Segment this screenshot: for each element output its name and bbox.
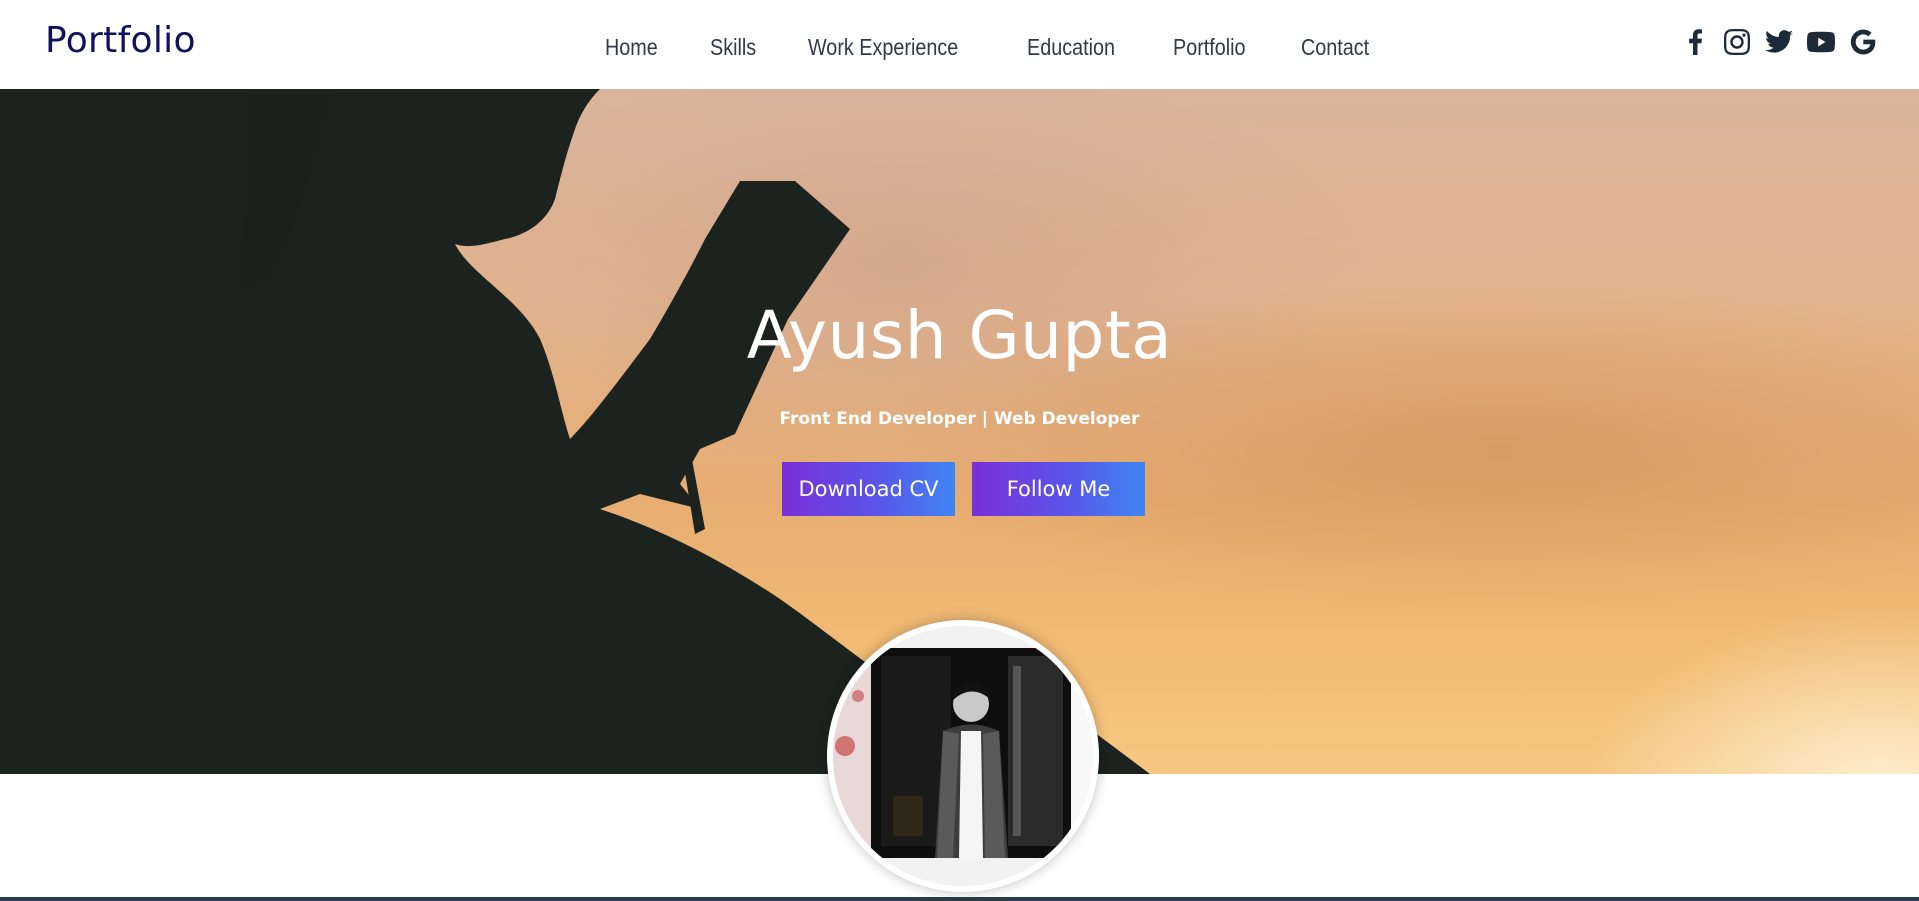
nav-work-experience[interactable]: Work Experience (808, 34, 958, 61)
nav-portfolio[interactable]: Portfolio (1173, 34, 1246, 61)
nav-home[interactable]: Home (605, 34, 658, 61)
twitter-icon[interactable] (1765, 28, 1793, 56)
nav-contact[interactable]: Contact (1301, 34, 1369, 61)
profile-photo (833, 626, 1093, 886)
download-cv-button[interactable]: Download CV (782, 462, 955, 516)
hero-subtitle: Front End Developer | Web Developer (779, 409, 1140, 429)
site-header: Portfolio Home Skills Work Experience Ed… (0, 0, 1919, 89)
follow-me-button[interactable]: Follow Me (972, 462, 1145, 516)
social-links (1681, 28, 1877, 56)
facebook-icon[interactable] (1681, 28, 1709, 56)
youtube-icon[interactable] (1807, 28, 1835, 56)
next-section-edge (0, 897, 1919, 901)
nav-education[interactable]: Education (1027, 34, 1115, 61)
google-icon[interactable] (1849, 28, 1877, 56)
nav-skills[interactable]: Skills (710, 34, 756, 61)
instagram-icon[interactable] (1723, 28, 1751, 56)
hero-title: Ayush Gupta (746, 297, 1173, 374)
main-nav: Home Skills Work Experience Education Po… (605, 34, 1425, 61)
site-logo[interactable]: Portfolio (45, 20, 196, 61)
profile-avatar (827, 620, 1099, 892)
